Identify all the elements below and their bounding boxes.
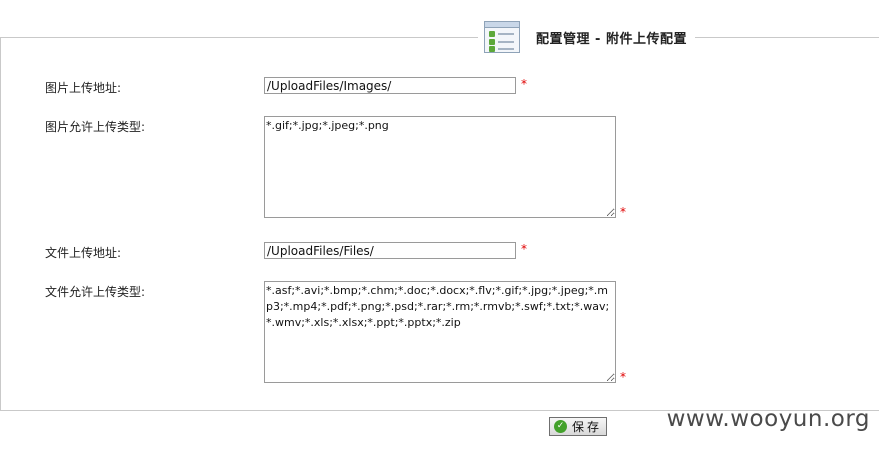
page-header: 配置管理 - 附件上传配置 — [478, 20, 695, 54]
required-mark: * — [521, 242, 527, 256]
required-mark: * — [620, 205, 626, 219]
watermark: www.wooyun.org — [666, 406, 870, 432]
file-upload-path-label: 文件上传地址: — [45, 246, 122, 260]
image-upload-path-label: 图片上传地址: — [45, 81, 122, 95]
image-allowed-types-textarea[interactable]: *.gif;*.jpg;*.jpeg;*.png — [264, 116, 616, 218]
required-mark: * — [521, 77, 527, 91]
save-button-label: 保存 — [572, 420, 603, 434]
file-upload-path-input[interactable] — [264, 242, 516, 259]
check-circle-icon: ✓ — [554, 420, 567, 433]
config-form-icon — [484, 21, 520, 53]
required-mark: * — [620, 370, 626, 384]
save-button[interactable]: ✓ 保存 — [549, 417, 607, 436]
image-allowed-types-label: 图片允许上传类型: — [45, 120, 146, 134]
file-allowed-types-textarea[interactable]: *.asf;*.avi;*.bmp;*.chm;*.doc;*.docx;*.f… — [264, 281, 616, 383]
page-title: 配置管理 - 附件上传配置 — [536, 31, 687, 47]
file-allowed-types-label: 文件允许上传类型: — [45, 285, 146, 299]
image-upload-path-input[interactable] — [264, 77, 516, 94]
